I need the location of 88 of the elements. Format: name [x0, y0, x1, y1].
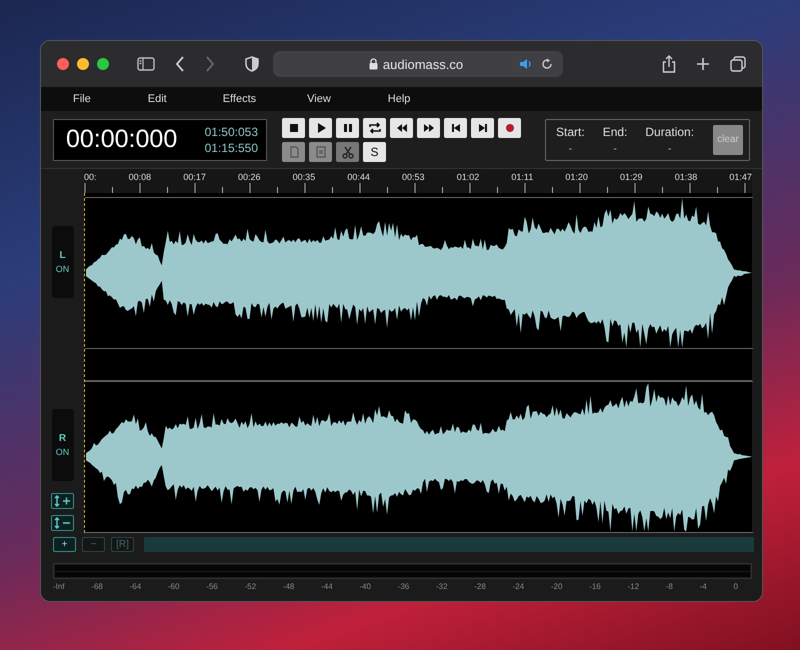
- meter-scale-label: -48: [282, 582, 294, 591]
- time-label: 00:35: [292, 172, 316, 182]
- meter-scale-label: -60: [168, 582, 180, 591]
- menu-item[interactable]: Help: [388, 93, 410, 105]
- time-label: 00:17: [183, 172, 206, 182]
- selection-label: Duration:: [645, 124, 694, 138]
- meter-scale-label: 0: [733, 582, 738, 591]
- menu-item[interactable]: Effects: [222, 93, 256, 105]
- channel-status: ON: [56, 447, 70, 457]
- skip-forward-button[interactable]: [471, 118, 494, 138]
- channel-status: ON: [56, 264, 70, 274]
- cursor-time: 01:15:550: [204, 140, 258, 154]
- selection-label: End:: [602, 124, 628, 138]
- time-label: 00:53: [402, 172, 425, 182]
- meter-scale-label: -64: [130, 582, 142, 591]
- forward-icon[interactable]: [205, 56, 215, 72]
- meter-scale-label: -36: [398, 582, 410, 591]
- sidebar-icon[interactable]: [137, 57, 155, 71]
- zoom-in-vertical-button[interactable]: [51, 493, 74, 509]
- new-tab-icon[interactable]: [696, 57, 710, 71]
- minimize-window-button[interactable]: [77, 58, 89, 70]
- time-label: 00:08: [128, 172, 152, 182]
- time-label: 01:11: [511, 172, 534, 182]
- skip-back-button[interactable]: [444, 118, 467, 138]
- shield-icon[interactable]: [245, 56, 259, 72]
- channel-toggle[interactable]: L ON: [52, 226, 74, 298]
- selection-value: -: [568, 142, 572, 154]
- solo-button[interactable]: S: [363, 142, 386, 162]
- total-duration: 01:50:053: [204, 124, 258, 138]
- selection-label: Start:: [556, 124, 585, 138]
- time-label: 01:20: [565, 172, 588, 182]
- channel-toggle[interactable]: R ON: [52, 409, 74, 481]
- time-label: 01:38: [674, 172, 698, 182]
- pause-button[interactable]: [336, 118, 359, 138]
- lock-icon: [368, 58, 378, 70]
- timeline-ruler[interactable]: 00: 00:08 00:17 00:26 00:35 00:44 00:53 01:02 01:11 01:20 01:29 01:38 01:47: [84, 169, 752, 193]
- meter-scale-label: -32: [436, 582, 448, 591]
- share-icon[interactable]: [662, 55, 676, 73]
- stop-button[interactable]: [282, 118, 305, 138]
- channel-name: R: [58, 433, 66, 444]
- speaker-icon[interactable]: [519, 58, 533, 70]
- vertical-minus-icon: [54, 517, 72, 529]
- horizontal-scrollbar[interactable]: [144, 536, 754, 552]
- meter-scale-label: -Inf: [53, 582, 65, 591]
- meter-scale-label: -24: [512, 582, 524, 591]
- time-label: 01:47: [729, 172, 752, 182]
- meter-scale-label: -68: [91, 582, 103, 591]
- time-label: 00:: [84, 172, 97, 182]
- meter-scale-label: -52: [244, 582, 256, 591]
- menu-item[interactable]: View: [307, 93, 331, 105]
- tabs-overview-icon[interactable]: [730, 56, 746, 72]
- zoom-out-vertical-button[interactable]: [51, 515, 74, 531]
- scissors-icon: [340, 144, 354, 158]
- menu-item[interactable]: Edit: [148, 93, 167, 105]
- meter-scale-label: -20: [550, 582, 562, 591]
- reload-icon[interactable]: [541, 58, 553, 70]
- time-label: 01:02: [456, 172, 480, 182]
- channel-name: L: [59, 250, 66, 261]
- selection-value: -: [613, 142, 617, 154]
- address-bar[interactable]: audiomass.co: [273, 51, 563, 77]
- current-time: 00:00:000: [66, 125, 178, 154]
- fast-forward-button[interactable]: [417, 118, 440, 138]
- rewind-button[interactable]: [390, 118, 413, 138]
- meter-scale-label: -4: [700, 582, 707, 591]
- meter-scale-label: -28: [474, 582, 486, 591]
- meter-scale-label: -44: [321, 582, 333, 591]
- menu-item[interactable]: File: [73, 93, 91, 105]
- selection-value: -: [668, 142, 672, 154]
- meter-scale-label: -8: [666, 582, 673, 591]
- record-button[interactable]: [498, 118, 521, 138]
- meter-scale-label: -12: [627, 582, 640, 591]
- loop-icon: [368, 120, 382, 134]
- meter-scale-label: -56: [206, 582, 218, 591]
- document-lines-icon: [314, 144, 328, 158]
- play-button[interactable]: [309, 118, 332, 138]
- loop-button[interactable]: [363, 118, 386, 138]
- time-label: 01:29: [620, 172, 643, 182]
- vertical-plus-icon: [54, 495, 72, 507]
- maximize-window-button[interactable]: [97, 58, 109, 70]
- meter-scale-label: -40: [359, 582, 371, 591]
- meter-scale-label: -16: [589, 582, 601, 591]
- url-text: audiomass.co: [382, 56, 464, 72]
- zoom-button[interactable]: +: [53, 536, 76, 552]
- time-label: 00:26: [238, 172, 261, 182]
- waveform-canvas[interactable]: [84, 193, 752, 533]
- back-icon[interactable]: [175, 56, 185, 72]
- close-window-button[interactable]: [57, 58, 69, 70]
- time-label: 00:44: [347, 172, 370, 182]
